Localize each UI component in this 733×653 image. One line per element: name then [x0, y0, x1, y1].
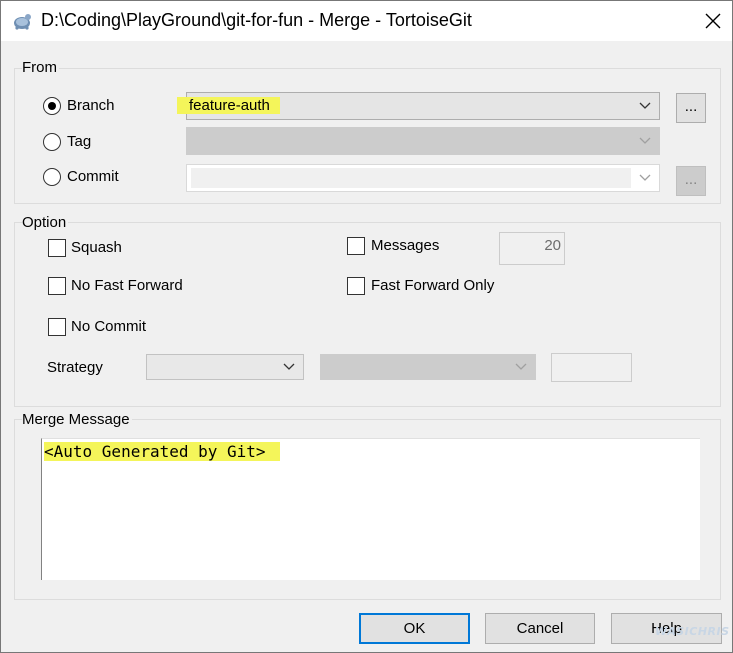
commit-radio-label[interactable]: Commit: [67, 168, 119, 185]
chevron-down-icon: [639, 137, 651, 144]
cancel-button[interactable]: Cancel: [485, 613, 595, 644]
tortoisegit-icon: [14, 14, 31, 30]
title-bar[interactable]: D:\Coding\PlayGround\git-for-fun - Merge…: [1, 1, 732, 41]
messages-count-field[interactable]: 20: [499, 232, 565, 265]
tag-radio[interactable]: [43, 133, 61, 151]
chevron-down-icon: [283, 363, 295, 370]
no-fast-forward-checkbox[interactable]: [48, 277, 66, 295]
branch-radio-label[interactable]: Branch: [67, 97, 115, 114]
branch-value: feature-auth: [177, 97, 280, 114]
watermark-logo: WASICHRIS: [655, 625, 730, 638]
merge-message-text: <Auto Generated by Git>: [44, 442, 280, 461]
cancel-button-label: Cancel: [516, 620, 564, 637]
fast-forward-only-checkbox[interactable]: [347, 277, 365, 295]
branch-radio[interactable]: [43, 97, 61, 115]
branch-browse-button[interactable]: ...: [676, 93, 706, 123]
merge-dialog: D:\Coding\PlayGround\git-for-fun - Merge…: [0, 0, 733, 653]
no-commit-label[interactable]: No Commit: [71, 318, 146, 335]
tag-dropdown[interactable]: [186, 127, 660, 155]
strategy-label: Strategy: [47, 359, 103, 376]
commit-radio[interactable]: [43, 168, 61, 186]
strategy-option-dropdown[interactable]: [320, 354, 536, 380]
option-group-label: Option: [22, 214, 69, 231]
squash-checkbox[interactable]: [48, 239, 66, 257]
chevron-down-icon: [639, 174, 651, 181]
merge-message-group-label: Merge Message: [22, 411, 132, 428]
chevron-down-icon: [515, 363, 527, 370]
chevron-down-icon: [639, 102, 651, 109]
messages-checkbox[interactable]: [347, 237, 365, 255]
ok-button-label: OK: [403, 620, 426, 637]
fast-forward-only-label[interactable]: Fast Forward Only: [371, 277, 494, 294]
no-fast-forward-label[interactable]: No Fast Forward: [71, 277, 183, 294]
no-commit-checkbox[interactable]: [48, 318, 66, 336]
merge-message-textarea[interactable]: <Auto Generated by Git>: [41, 438, 700, 580]
from-group-label: From: [22, 59, 59, 76]
commit-input[interactable]: [191, 168, 631, 188]
strategy-dropdown[interactable]: [146, 354, 304, 380]
close-icon: [705, 13, 721, 29]
squash-label[interactable]: Squash: [71, 239, 122, 256]
commit-browse-button[interactable]: ...: [676, 166, 706, 196]
window-title: D:\Coding\PlayGround\git-for-fun - Merge…: [41, 10, 472, 30]
ok-button[interactable]: OK: [359, 613, 470, 644]
messages-count-value: 20: [544, 237, 561, 254]
commit-dropdown[interactable]: [186, 164, 660, 192]
strategy-param-field[interactable]: [551, 353, 632, 382]
branch-dropdown[interactable]: feature-auth: [177, 92, 660, 120]
branch-browse-label: ...: [684, 98, 698, 115]
tag-radio-label[interactable]: Tag: [67, 133, 91, 150]
messages-label[interactable]: Messages: [371, 237, 439, 254]
close-button[interactable]: [694, 1, 732, 41]
commit-browse-label: ...: [684, 171, 698, 188]
